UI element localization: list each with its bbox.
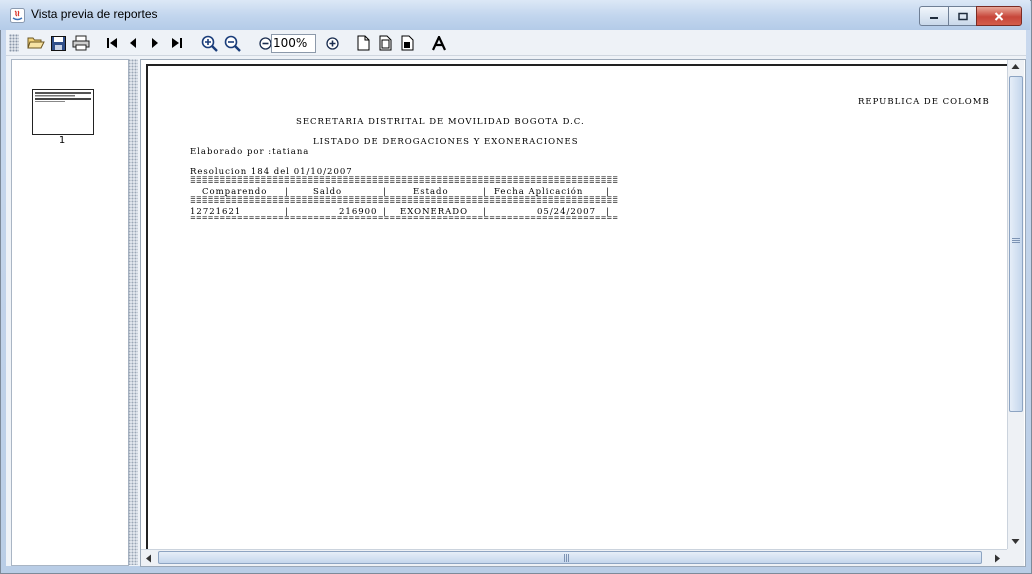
next-page-button[interactable] bbox=[148, 33, 162, 53]
minimize-button[interactable] bbox=[919, 6, 948, 26]
save-button[interactable] bbox=[48, 33, 68, 53]
circle-minus-icon bbox=[258, 36, 272, 50]
page-icon bbox=[357, 35, 369, 51]
report-rule-top-2: ========================================… bbox=[190, 178, 619, 186]
last-page-button[interactable] bbox=[169, 33, 185, 53]
print-button[interactable] bbox=[70, 33, 92, 53]
toolbar-grip[interactable] bbox=[9, 34, 19, 52]
vertical-scroll-thumb[interactable] bbox=[1009, 76, 1023, 412]
close-icon bbox=[994, 11, 1004, 21]
open-button[interactable] bbox=[25, 33, 47, 53]
zoom-increase-button[interactable] bbox=[324, 33, 340, 53]
open-folder-icon bbox=[27, 37, 45, 49]
previous-page-icon bbox=[130, 38, 136, 48]
grip-lines-icon bbox=[564, 554, 569, 562]
pane-splitter[interactable] bbox=[128, 59, 138, 565]
first-page-button[interactable] bbox=[104, 33, 120, 53]
font-letter-a-icon bbox=[432, 35, 446, 50]
thumbnail-preview-icon bbox=[35, 92, 91, 102]
scroll-down-icon[interactable] bbox=[1011, 538, 1020, 545]
previous-page-button[interactable] bbox=[126, 33, 140, 53]
window-title: Vista previa de reportes bbox=[31, 7, 158, 21]
java-app-icon bbox=[10, 8, 25, 23]
scroll-right-icon[interactable] bbox=[994, 554, 1001, 563]
scrollbar-corner bbox=[1007, 549, 1024, 566]
last-page-icon bbox=[172, 38, 182, 48]
fit-width-button[interactable] bbox=[398, 33, 416, 53]
first-page-icon bbox=[107, 38, 117, 48]
report-author: Elaborado por :tatiana bbox=[190, 147, 310, 157]
font-button[interactable] bbox=[430, 33, 448, 53]
maximize-button[interactable] bbox=[948, 6, 976, 26]
scroll-up-icon[interactable] bbox=[1011, 63, 1020, 70]
actual-size-button[interactable] bbox=[354, 33, 372, 53]
zoom-in-button[interactable] bbox=[199, 33, 219, 53]
close-button[interactable] bbox=[976, 6, 1022, 26]
thumbnail-pane[interactable]: 1 bbox=[11, 59, 129, 566]
zoom-level-input[interactable]: 100% bbox=[271, 34, 316, 53]
page-thumbnail[interactable] bbox=[32, 89, 94, 135]
thumbnail-page-number: 1 bbox=[58, 135, 66, 146]
magnifier-minus-icon bbox=[224, 35, 241, 52]
fit-page-button[interactable] bbox=[376, 33, 394, 53]
minimize-icon bbox=[930, 17, 938, 19]
circle-plus-icon bbox=[325, 36, 339, 50]
next-page-icon bbox=[152, 38, 158, 48]
fit-page-icon bbox=[379, 35, 391, 51]
grip-lines-icon bbox=[1012, 238, 1020, 243]
zoom-out-button[interactable] bbox=[222, 33, 242, 53]
scroll-left-icon[interactable] bbox=[145, 554, 152, 563]
save-disk-icon bbox=[50, 35, 66, 51]
report-title: SECRETARIA DISTRITAL DE MOVILIDAD BOGOTA… bbox=[296, 117, 585, 127]
title-bar[interactable]: Vista previa de reportes bbox=[0, 0, 1030, 30]
report-subtitle: LISTADO DE DEROGACIONES Y EXONERACIONES bbox=[313, 137, 579, 147]
fit-width-icon bbox=[401, 35, 413, 51]
restore-icon bbox=[957, 12, 968, 20]
magnifier-plus-icon bbox=[201, 35, 218, 52]
report-rule-mid-2: ========================================… bbox=[190, 198, 619, 206]
window-controls bbox=[919, 6, 1022, 26]
report-rule-bottom: ========================================… bbox=[190, 214, 619, 222]
horizontal-scroll-thumb[interactable] bbox=[158, 551, 982, 564]
printer-icon bbox=[72, 35, 90, 51]
report-header-right: REPUBLICA DE COLOMB bbox=[858, 97, 990, 107]
